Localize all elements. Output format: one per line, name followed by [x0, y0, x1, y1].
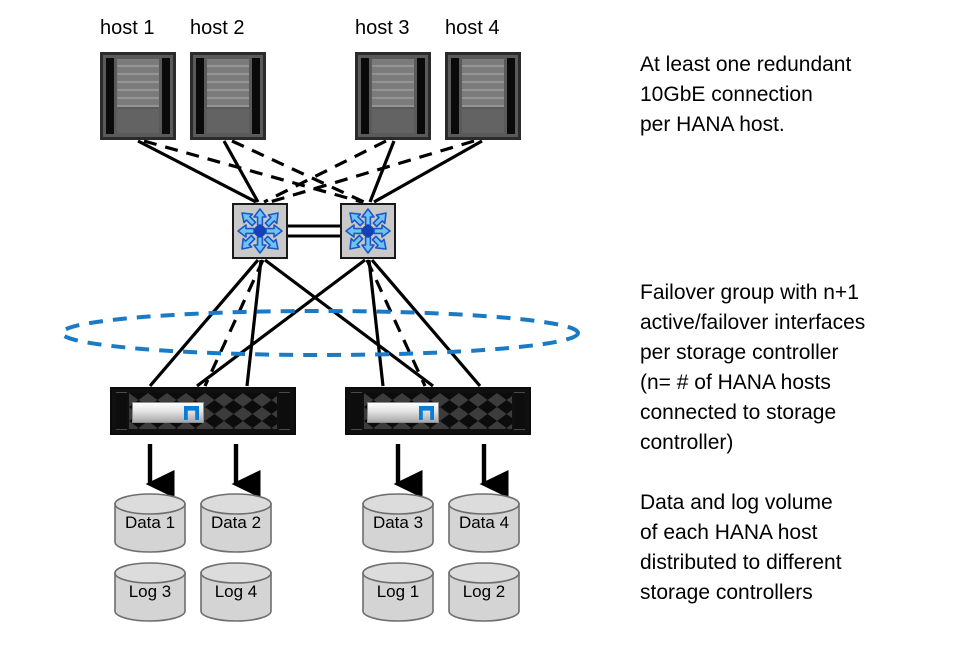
- volume-label: Log 2: [462, 582, 506, 601]
- host-drive-bays: [207, 59, 249, 107]
- host-rail-left: [196, 58, 204, 134]
- volume-label: Data 1: [124, 513, 176, 532]
- note-volume-distribution: Data and log volume of each HANA host di…: [640, 491, 842, 604]
- host-server-4[interactable]: [445, 52, 521, 140]
- host-drive-bays: [372, 59, 414, 107]
- host-lower-panel: [207, 109, 249, 133]
- failover-group-ellipse: [60, 309, 580, 357]
- diagram-canvas: host 1 host 2 host 3 host 4 Data 1 Data …: [0, 0, 966, 652]
- switch-hub-dot: [362, 225, 374, 237]
- host-server-2[interactable]: [190, 52, 266, 140]
- host-rail-right: [507, 58, 515, 134]
- host-drive-bays: [462, 59, 504, 107]
- volume-label: Log 4: [214, 582, 258, 601]
- host-rail-left: [451, 58, 459, 134]
- host-rail-right: [417, 58, 425, 134]
- host-drive-bays: [117, 59, 159, 107]
- host-label-4: host 4: [445, 17, 500, 39]
- netapp-logo-icon: [184, 406, 199, 420]
- volume-label: Log 1: [376, 582, 420, 601]
- host-label-2: host 2: [190, 17, 245, 39]
- volume-cylinder-data-1[interactable]: Data 1: [114, 493, 186, 553]
- volume-cylinder-data-2[interactable]: Data 2: [200, 493, 272, 553]
- inter-switch-link: [288, 224, 340, 238]
- host-rail-right: [252, 58, 260, 134]
- host-lower-panel: [117, 109, 159, 133]
- host-lower-panel: [462, 109, 504, 133]
- host-rail-left: [106, 58, 114, 134]
- storage-bezel-cap-right: [279, 392, 290, 430]
- network-switch-right[interactable]: [340, 203, 396, 259]
- volume-label: Data 3: [372, 513, 424, 532]
- host-label-1: host 1: [100, 17, 155, 39]
- network-switch-icon: [345, 208, 391, 254]
- volume-label: Log 3: [128, 582, 172, 601]
- storage-nameplate: [367, 402, 439, 423]
- netapp-logo-icon: [419, 406, 434, 420]
- storage-to-volume-arrows: [145, 444, 509, 499]
- storage-bezel-cap-right: [514, 392, 525, 430]
- host-server-3[interactable]: [355, 52, 431, 140]
- volume-cylinder-log-1[interactable]: Log 1: [362, 562, 434, 622]
- note-redundant-connection: At least one redundant 10GbE connection …: [640, 53, 852, 136]
- storage-controller-right[interactable]: [345, 387, 531, 435]
- volume-label: Data 2: [210, 513, 262, 532]
- switch-hub-dot: [254, 225, 266, 237]
- storage-bezel-cap-left: [116, 392, 127, 430]
- switch-to-storage-links: [148, 258, 482, 388]
- volume-cylinder-data-4[interactable]: Data 4: [448, 493, 520, 553]
- volume-label: Data 4: [458, 513, 510, 532]
- host-lower-panel: [372, 109, 414, 133]
- host-label-3: host 3: [355, 17, 410, 39]
- host-server-1[interactable]: [100, 52, 176, 140]
- host-rail-left: [361, 58, 369, 134]
- network-switch-icon: [237, 208, 283, 254]
- volume-cylinder-log-3[interactable]: Log 3: [114, 562, 186, 622]
- storage-bezel-cap-left: [351, 392, 362, 430]
- volume-cylinder-log-4[interactable]: Log 4: [200, 562, 272, 622]
- volume-cylinder-data-3[interactable]: Data 3: [362, 493, 434, 553]
- host-to-switch-links: [137, 139, 483, 204]
- volume-cylinder-log-2[interactable]: Log 2: [448, 562, 520, 622]
- note-failover-group: Failover group with n+1 active/failover …: [640, 281, 866, 454]
- network-switch-left[interactable]: [232, 203, 288, 259]
- storage-controller-left[interactable]: [110, 387, 296, 435]
- storage-nameplate: [132, 402, 204, 423]
- host-rail-right: [162, 58, 170, 134]
